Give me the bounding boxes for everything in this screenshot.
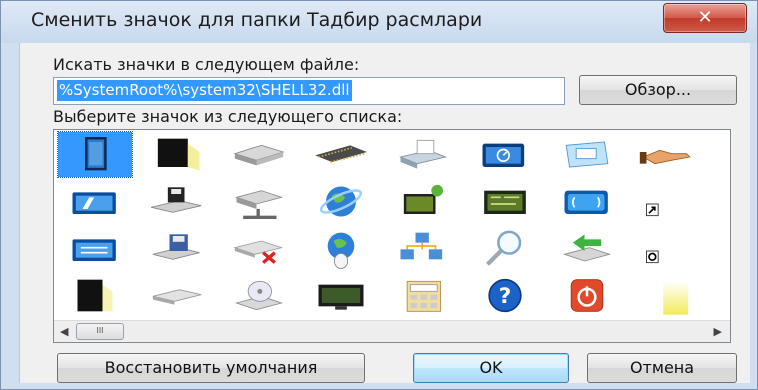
scroll-left-arrow-icon[interactable]: ◀ bbox=[60, 325, 68, 338]
icon-list-item[interactable] bbox=[632, 179, 706, 224]
yellow-light-icon bbox=[663, 281, 689, 315]
icon-list-item[interactable] bbox=[632, 132, 706, 177]
screen-brackets-icon bbox=[564, 190, 608, 214]
icon-list-item[interactable] bbox=[140, 273, 214, 318]
internet-globe-icon bbox=[319, 186, 363, 217]
icon-list-item[interactable] bbox=[57, 131, 133, 178]
cd-drive-icon bbox=[235, 280, 283, 311]
svg-text:?: ? bbox=[499, 284, 512, 309]
magnifier-icon bbox=[486, 230, 522, 266]
icon-list-item[interactable] bbox=[140, 179, 214, 224]
memory-chip-icon bbox=[315, 145, 367, 163]
icon-list-item[interactable] bbox=[222, 226, 296, 271]
restore-defaults-button[interactable]: Восстановить умолчания bbox=[57, 353, 365, 383]
blank-document-icon bbox=[85, 137, 107, 171]
printer-icon bbox=[399, 139, 447, 169]
icon-list-item[interactable] bbox=[468, 226, 542, 271]
network-computers-icon bbox=[400, 232, 443, 260]
ok-button[interactable]: OK bbox=[413, 353, 569, 383]
icon-list-item[interactable]: ? bbox=[468, 273, 542, 318]
icon-list-item[interactable] bbox=[468, 179, 542, 224]
green-arrow-drive-icon bbox=[563, 234, 611, 262]
icon-list-item[interactable] bbox=[222, 179, 296, 224]
icon-list-item[interactable] bbox=[386, 226, 460, 271]
icon-list-item[interactable] bbox=[550, 132, 624, 177]
monitor-plant-icon bbox=[403, 184, 443, 214]
floppy-drive-icon bbox=[151, 187, 202, 213]
black-monitor-icon bbox=[157, 138, 200, 171]
icon-list-item[interactable] bbox=[632, 226, 706, 271]
close-button[interactable]: ✕ bbox=[663, 3, 747, 33]
icon-list-item[interactable] bbox=[550, 273, 624, 318]
browse-button[interactable]: Обзор... bbox=[579, 75, 737, 105]
power-off-icon bbox=[570, 279, 604, 312]
disconnected-drive-icon bbox=[233, 240, 283, 264]
title-bar[interactable]: Сменить значок для папки Тадбир расмлари… bbox=[1, 1, 757, 43]
dark-folder-icon bbox=[77, 279, 113, 312]
keyboard-panel-icon bbox=[72, 239, 116, 261]
change-icon-dialog: Сменить значок для папки Тадбир расмлари… bbox=[0, 0, 758, 390]
horizontal-scrollbar[interactable]: ◀ III ▶ bbox=[54, 320, 730, 342]
close-icon: ✕ bbox=[697, 7, 713, 28]
help-question-icon: ? bbox=[488, 278, 522, 313]
icon-list-label: Выберите значок из следующего списка: bbox=[53, 107, 403, 126]
icon-list-item[interactable] bbox=[468, 132, 542, 177]
card-reader-icon bbox=[72, 192, 116, 214]
flat-drive-icon bbox=[152, 289, 202, 305]
window-title: Сменить значок для папки Тадбир расмлари bbox=[31, 9, 483, 31]
icon-list-item[interactable] bbox=[304, 226, 378, 271]
circuit-board-icon bbox=[484, 190, 526, 214]
icon-list-item[interactable] bbox=[58, 226, 132, 271]
hard-drive-icon bbox=[233, 144, 285, 166]
icon-list-item[interactable] bbox=[304, 273, 378, 318]
hand-share-icon bbox=[639, 149, 691, 165]
network-drive-icon bbox=[235, 190, 283, 219]
icon-list-item[interactable] bbox=[304, 179, 378, 224]
icon-list-item[interactable] bbox=[632, 273, 706, 318]
tablet-screen-icon bbox=[565, 141, 609, 168]
icon-file-input[interactable]: %SystemRoot%\system32\SHELL32.dll bbox=[53, 77, 565, 105]
icon-list-item[interactable] bbox=[304, 132, 378, 177]
icon-list-item[interactable] bbox=[222, 132, 296, 177]
icon-list-item[interactable] bbox=[386, 273, 460, 318]
file-label: Искать значки в следующем файле: bbox=[53, 55, 360, 74]
globe-mouse-icon bbox=[327, 232, 355, 269]
icon-list-item[interactable] bbox=[140, 226, 214, 271]
shortcut-arrow-overlay-icon bbox=[646, 203, 659, 217]
icon-list-item[interactable] bbox=[140, 132, 214, 177]
icon-list-item[interactable] bbox=[550, 226, 624, 271]
cancel-button[interactable]: Отмена bbox=[587, 353, 737, 383]
scroll-right-arrow-icon[interactable]: ▶ bbox=[714, 325, 722, 338]
calculator-panel-icon bbox=[406, 280, 441, 312]
icon-list-item[interactable] bbox=[386, 179, 460, 224]
icon-list-item[interactable] bbox=[58, 179, 132, 224]
lcd-monitor-icon bbox=[318, 284, 364, 310]
icon-list-item[interactable] bbox=[386, 132, 460, 177]
scrollbar-thumb[interactable]: III bbox=[76, 323, 124, 340]
icon-list-item[interactable] bbox=[58, 273, 132, 318]
icon-list-item[interactable] bbox=[550, 179, 624, 224]
icon-file-path-text: %SystemRoot%\system32\SHELL32.dll bbox=[57, 80, 352, 101]
icon-list[interactable]: ? ◀ III ▶ bbox=[53, 129, 731, 343]
disc-overlay-icon bbox=[646, 250, 659, 264]
floppy-disk-icon bbox=[152, 234, 200, 260]
display-settings-icon bbox=[482, 143, 525, 167]
icon-list-item[interactable] bbox=[222, 273, 296, 318]
